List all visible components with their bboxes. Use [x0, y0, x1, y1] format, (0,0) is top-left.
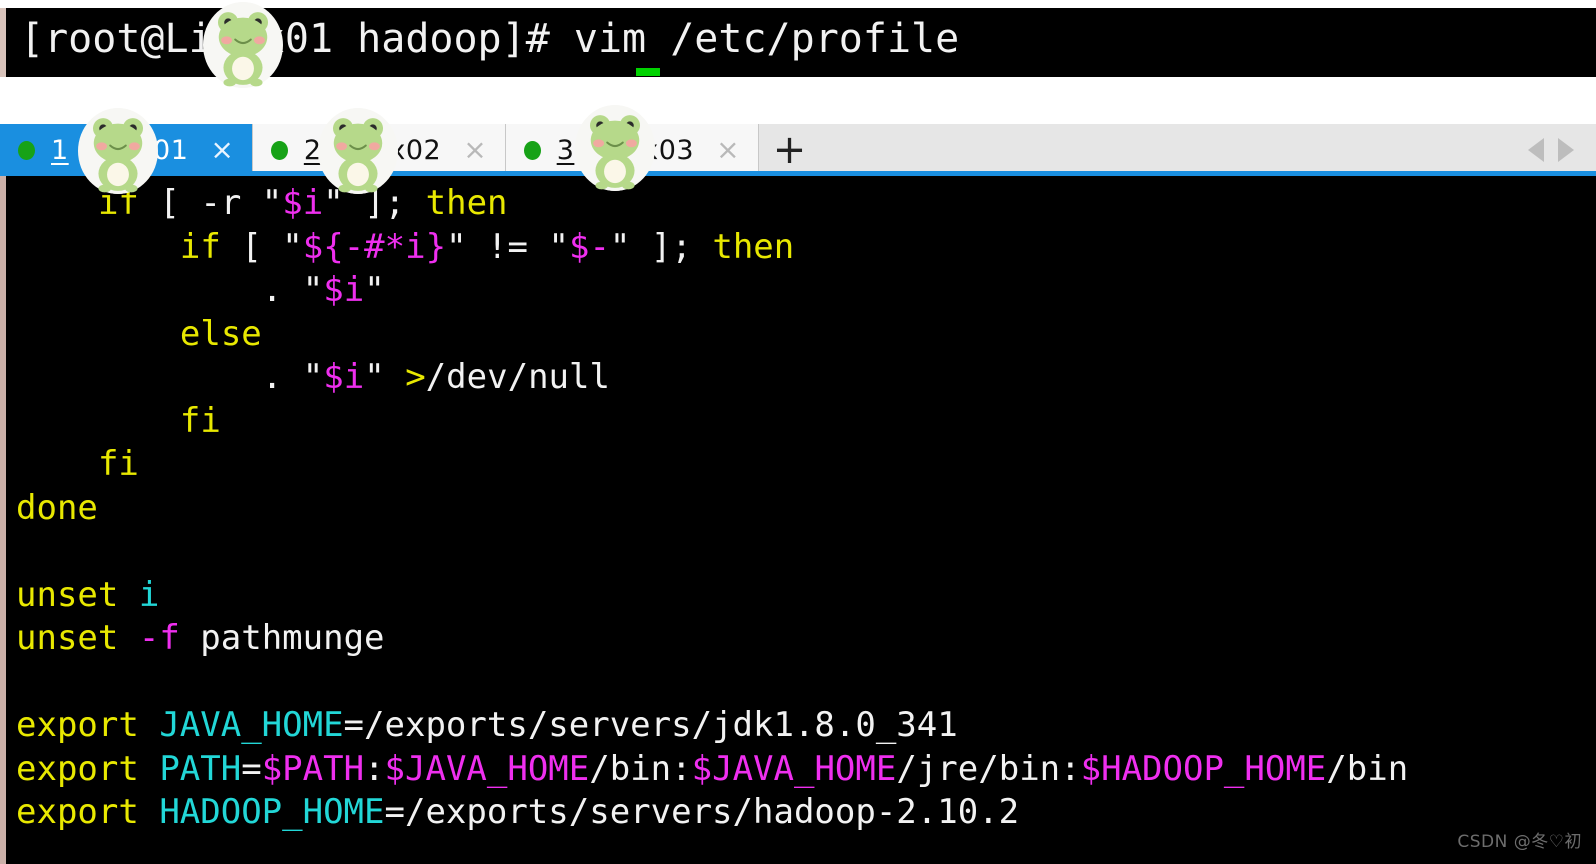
connection-status-dot-icon [18, 140, 35, 160]
scroll-left-icon[interactable] [1528, 138, 1544, 162]
tab-label-linux02: 2 Linux02 [303, 134, 442, 166]
close-icon[interactable]: × [716, 136, 739, 164]
tab-label-linux03: 3 Linux03 [556, 134, 695, 166]
tab-linux02[interactable]: 2 Linux02 × [252, 124, 506, 176]
tab-label-linux01: 1 Linux01 [51, 134, 189, 166]
terminal-cursor [636, 68, 660, 76]
new-tab-button[interactable]: + [758, 124, 821, 176]
close-icon[interactable]: × [210, 136, 233, 164]
terminal-screen[interactable]: if [ -r "$i" ]; then if [ "${-#*i}" != "… [0, 176, 1596, 864]
tab-linux01[interactable]: 1 Linux01 × [0, 124, 253, 176]
connection-status-dot-icon [523, 140, 541, 160]
vim-buffer: if [ -r "$i" ]; then if [ "${-#*i}" != "… [16, 183, 1409, 832]
terminal-prompt-strip: [root@Linux01 hadoop]# vim /etc/profile [0, 8, 1596, 77]
scroll-right-icon[interactable] [1558, 138, 1574, 162]
tab-scroll-controls [1528, 124, 1596, 176]
csdn-watermark: CSDN @冬♡初 [1457, 832, 1582, 852]
shell-prompt-line: [root@Linux01 hadoop]# vim /etc/profile [20, 16, 960, 62]
tab-linux03[interactable]: 3 Linux03 × [505, 124, 759, 176]
close-icon[interactable]: × [463, 136, 486, 164]
connection-status-dot-icon [270, 140, 288, 160]
tab-bar-empty-space [820, 124, 1528, 176]
terminal-tab-bar: 1 Linux01 × 2 Linux02 × 3 Linux03 × + [0, 124, 1596, 176]
